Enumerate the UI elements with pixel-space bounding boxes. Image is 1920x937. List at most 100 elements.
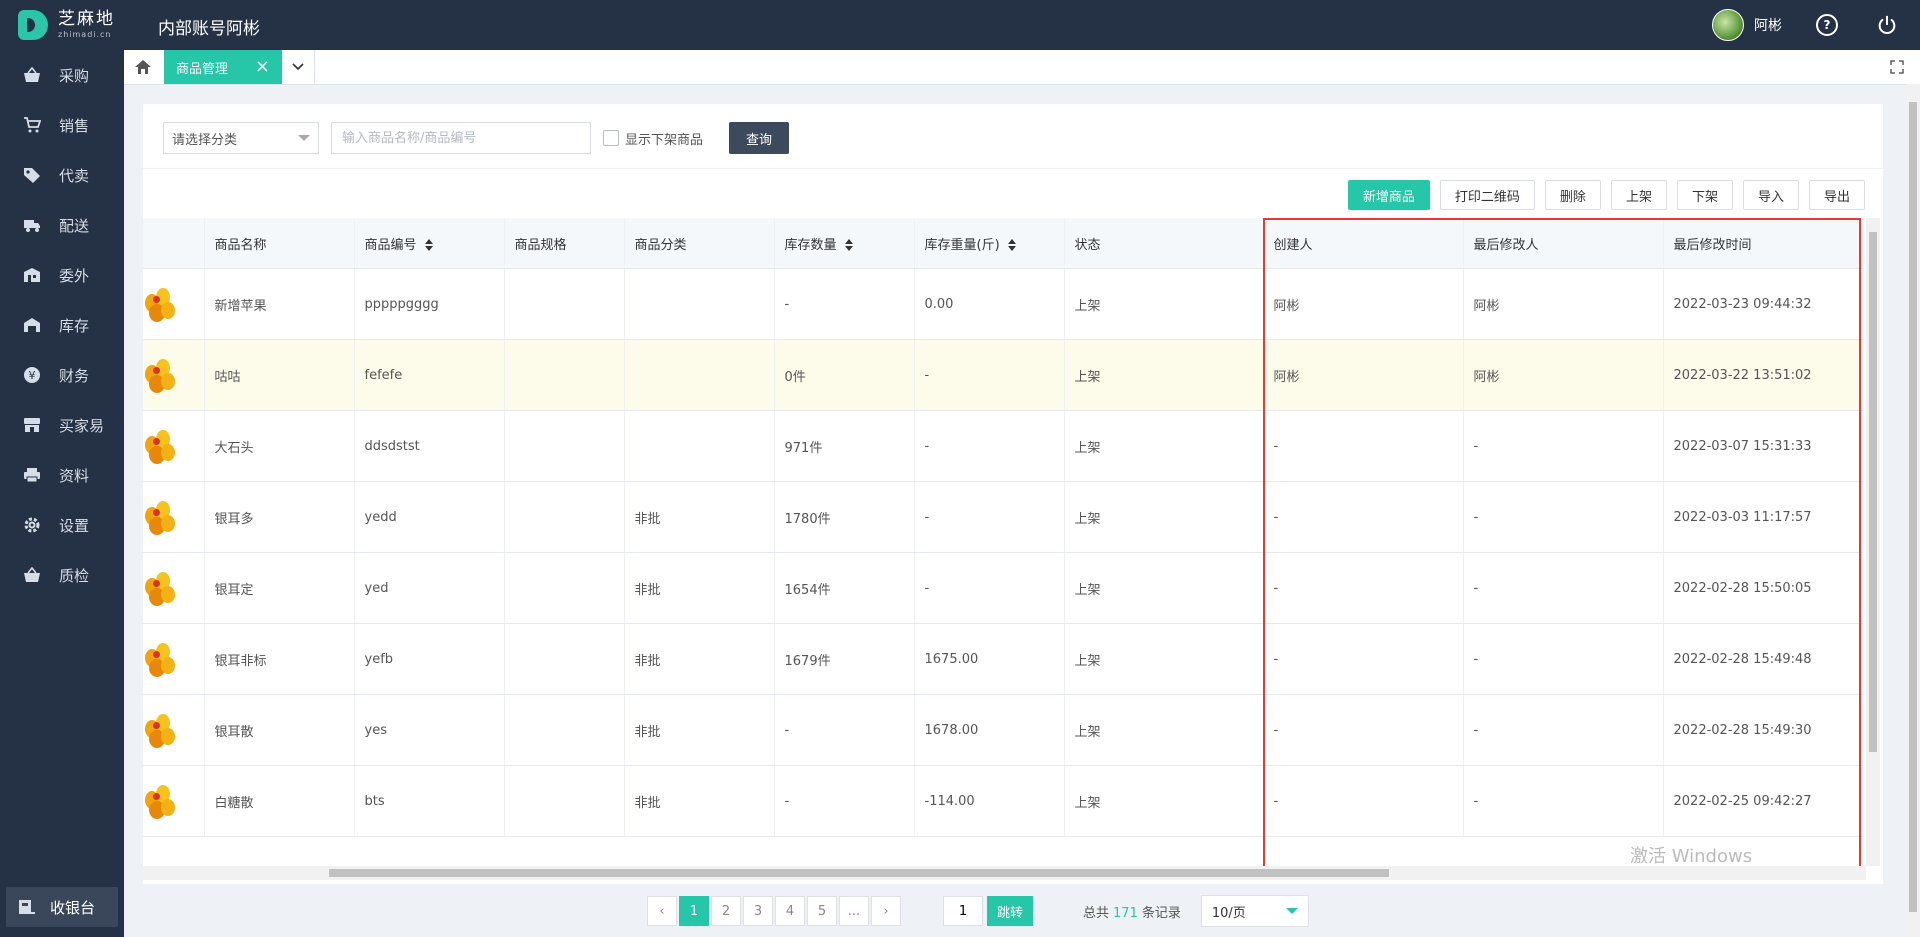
fullscreen-icon[interactable] (1890, 60, 1904, 74)
checkbox-box[interactable] (603, 130, 619, 146)
table-horizontal-scrollbar[interactable] (143, 866, 1866, 880)
header-image (143, 218, 205, 269)
page-button[interactable]: 5 (807, 896, 837, 926)
cell-category: 非批 (624, 552, 775, 624)
table-vertical-scrollbar[interactable] (1866, 218, 1880, 866)
page-size-select[interactable]: 10/页 (1200, 895, 1309, 927)
sidebar-item[interactable]: 代卖 (0, 150, 124, 200)
cell-code: yes (354, 694, 505, 766)
import-button[interactable]: 导入 (1742, 180, 1799, 210)
table-row[interactable]: 白糖散 bts 非批 - -114.00 上架 - -2022-02-25 09:42:27 (143, 765, 1863, 837)
page-button[interactable]: 2 (711, 896, 741, 926)
header-stock-qty[interactable]: 库存数量 (774, 218, 915, 269)
sort-icon[interactable] (844, 239, 853, 251)
printer-icon (22, 466, 42, 484)
header-code[interactable]: 商品编号 (354, 218, 505, 269)
cell-modified-time: 2022-03-23 09:44:32 (1663, 268, 1863, 340)
category-select[interactable]: 请选择分类 (163, 122, 319, 154)
close-icon[interactable]: × (255, 58, 270, 76)
sidebar-item[interactable]: 质检 (0, 550, 124, 600)
tab-dropdown-button[interactable] (282, 50, 315, 84)
chevron-down-icon (298, 135, 310, 141)
cell-stock-qty: 1679件 (774, 623, 915, 695)
show-offshelf-checkbox[interactable]: 显示下架商品 (603, 129, 703, 148)
cell-creator: - (1263, 694, 1464, 766)
cell-code: fefefe (354, 339, 505, 411)
add-product-button[interactable]: 新增商品 (1347, 180, 1430, 210)
page-size-value: 10/页 (1211, 905, 1246, 921)
sidebar-item-label: 财务 (59, 366, 90, 385)
product-thumbnail-cell (143, 410, 205, 482)
cell-category (624, 268, 775, 340)
cell-code: yefb (354, 623, 505, 695)
page-button[interactable]: 3 (743, 896, 773, 926)
cell-modifier: - (1463, 481, 1664, 553)
table-row[interactable]: 银耳非标 yefb 非批 1679件 1675.00 上架 - -2022-02-28 15:… (143, 623, 1863, 695)
gear-icon (22, 516, 42, 534)
goto-button[interactable]: 跳转 (987, 896, 1034, 926)
table-row[interactable]: 银耳定 yed 非批 1654件 - 上架 - -2022-02-28 15:50:05 (143, 552, 1863, 624)
sidebar-item[interactable]: 采购 (0, 50, 124, 100)
cell-stock-weight: - (914, 481, 1065, 553)
truck-icon (22, 216, 42, 234)
cell-category (624, 339, 775, 411)
page-button[interactable]: 1 (679, 896, 709, 926)
goto-page-input[interactable] (943, 896, 983, 926)
delete-button[interactable]: 删除 (1544, 180, 1601, 210)
table-row[interactable]: 咕咕 fefefe 0件 - 上架 阿彬 阿彬 2022-03-22 13:51:02 (143, 339, 1863, 411)
power-icon[interactable] (1876, 14, 1898, 36)
on-shelf-button[interactable]: 上架 (1610, 180, 1667, 210)
cell-category: 非批 (624, 765, 775, 837)
prev-page-button[interactable]: ‹ (647, 896, 677, 926)
cell-modified-time: 2022-02-28 15:49:48 (1663, 623, 1863, 695)
sidebar-item[interactable]: ¥ 财务 (0, 350, 124, 400)
cashier-button[interactable]: 收银台 (6, 887, 118, 927)
table-row[interactable]: 银耳散 yes 非批 -1678.00 上架 - -2022-02-28 15:49:30 (143, 694, 1863, 766)
cell-category (624, 410, 775, 482)
logo-icon (18, 10, 48, 40)
print-qr-button[interactable]: 打印二维码 (1439, 180, 1535, 210)
sidebar-item[interactable]: 销售 (0, 100, 124, 150)
cart-icon (22, 116, 42, 134)
table-row[interactable]: 新增苹果 pppppgggg -0.00 上架 阿彬 阿彬 2022-03-23 09:44… (143, 268, 1863, 340)
basket-icon (22, 566, 42, 584)
sidebar-item[interactable]: 配送 (0, 200, 124, 250)
logo[interactable]: 芝麻地 zhimadi.cn (18, 10, 115, 40)
cell-status: 上架 (1064, 268, 1264, 340)
page-button[interactable]: ... (839, 896, 869, 926)
cell-stock-weight: 1675.00 (914, 623, 1065, 695)
search-input[interactable] (331, 122, 591, 154)
product-thumbnail (143, 355, 177, 395)
cell-modified-time: 2022-02-25 09:42:27 (1663, 765, 1863, 837)
home-icon[interactable] (134, 58, 152, 76)
sidebar-item[interactable]: 资料 (0, 450, 124, 500)
avatar[interactable] (1712, 9, 1744, 41)
sidebar-item[interactable]: 设置 (0, 500, 124, 550)
page-button[interactable]: 4 (775, 896, 805, 926)
export-button[interactable]: 导出 (1808, 180, 1865, 210)
table-row[interactable]: 银耳多 yedd 非批 1780件 - 上架 - -2022-03-03 11:17:57 (143, 481, 1863, 553)
sidebar-item[interactable]: 委外 (0, 250, 124, 300)
building-icon (22, 266, 42, 284)
cell-status: 上架 (1064, 765, 1264, 837)
checkbox-label: 显示下架商品 (625, 132, 704, 148)
header-stock-weight[interactable]: 库存重量(斤) (914, 218, 1065, 269)
user-name[interactable]: 阿彬 (1754, 15, 1782, 35)
help-icon[interactable]: ? (1816, 14, 1838, 36)
table-row[interactable]: 大石头 ddsdstst 971件 - 上架 - -2022-03-07 15:31:33 (143, 410, 1863, 482)
next-page-button[interactable]: › (871, 896, 901, 926)
page-scrollbar[interactable] (1906, 84, 1920, 937)
cell-name: 大石头 (204, 410, 355, 482)
sort-icon[interactable] (1007, 239, 1016, 251)
off-shelf-button[interactable]: 下架 (1676, 180, 1733, 210)
sort-icon[interactable] (424, 239, 433, 251)
cell-code: pppppgggg (354, 268, 505, 340)
product-thumbnail (143, 781, 177, 821)
logo-subtext: zhimadi.cn (58, 30, 112, 39)
tab-product-management[interactable]: 商品管理 × (164, 50, 282, 84)
sidebar-item[interactable]: 库存 (0, 300, 124, 350)
sidebar-item[interactable]: 买家易 (0, 400, 124, 450)
cashier-icon (19, 900, 35, 914)
query-button[interactable]: 查询 (729, 122, 790, 154)
product-thumbnail (143, 497, 177, 537)
